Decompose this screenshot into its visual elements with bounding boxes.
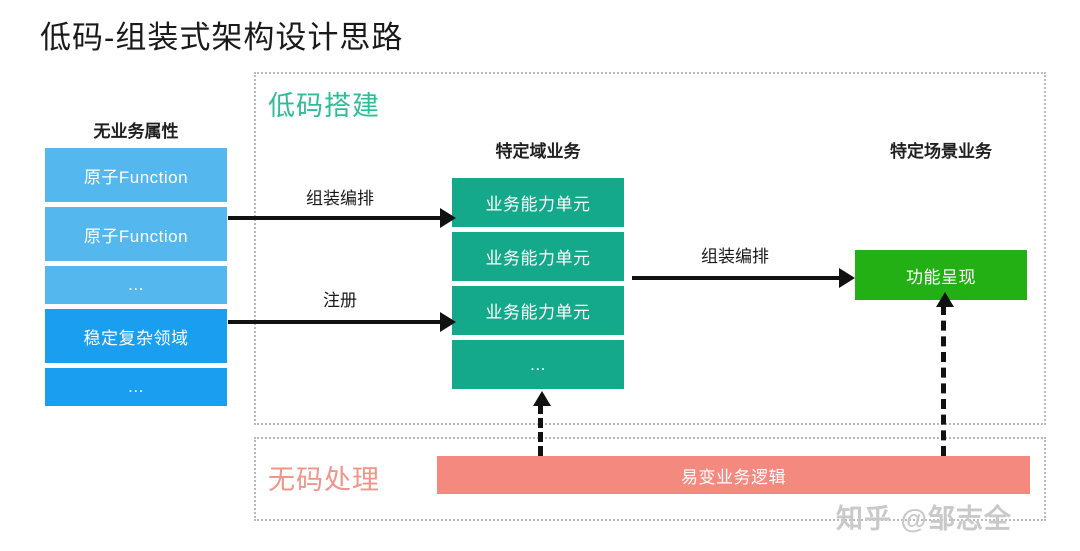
nocode-region-title: 无码处理 <box>268 465 380 495</box>
arrow-label-assemble-1: 组装编排 <box>306 189 374 208</box>
box-business-capability-unit-1[interactable]: 业务能力单元 <box>452 178 624 227</box>
bar-volatile-business-logic[interactable]: 易变业务逻辑 <box>437 456 1030 494</box>
heading-domain-business: 特定域业务 <box>495 142 581 161</box>
box-atomic-function-2[interactable]: 原子Function <box>45 207 227 261</box>
box-stable-complex-domain[interactable]: 稳定复杂领域 <box>45 309 227 363</box>
diagram-canvas: 低码-组装式架构设计思路 低码搭建 无码处理 无业务属性 特定域业务 特定场景业… <box>0 0 1080 551</box>
arrow-assemble-1 <box>228 208 456 228</box>
arrow-label-assemble-2: 组装编排 <box>701 247 769 266</box>
page-title: 低码-组装式架构设计思路 <box>40 20 404 55</box>
arrow-register <box>228 312 456 332</box>
lowcode-region-title: 低码搭建 <box>268 91 380 121</box>
heading-scene-business: 特定场景业务 <box>890 142 992 161</box>
box-stable-complex-domain-more[interactable]: ... <box>45 368 227 406</box>
middle-column-stack: 业务能力单元 业务能力单元 业务能力单元 ... <box>452 178 624 389</box>
box-business-capability-unit-more[interactable]: ... <box>452 340 624 389</box>
box-atomic-function-more[interactable]: ... <box>45 266 227 304</box>
dashed-arrow-volatile-to-function <box>936 292 954 456</box>
box-business-capability-unit-3[interactable]: 业务能力单元 <box>452 286 624 335</box>
heading-no-business-attribute: 无业务属性 <box>93 122 179 141</box>
box-atomic-function-1[interactable]: 原子Function <box>45 148 227 202</box>
arrow-assemble-2 <box>632 268 855 288</box>
arrow-label-register: 注册 <box>323 291 357 310</box>
dashed-arrow-volatile-to-domain <box>533 391 551 456</box>
box-business-capability-unit-2[interactable]: 业务能力单元 <box>452 232 624 281</box>
watermark: 知乎 @邹志全 <box>836 504 1012 534</box>
left-column-stack: 原子Function 原子Function ... 稳定复杂领域 ... <box>45 148 227 406</box>
